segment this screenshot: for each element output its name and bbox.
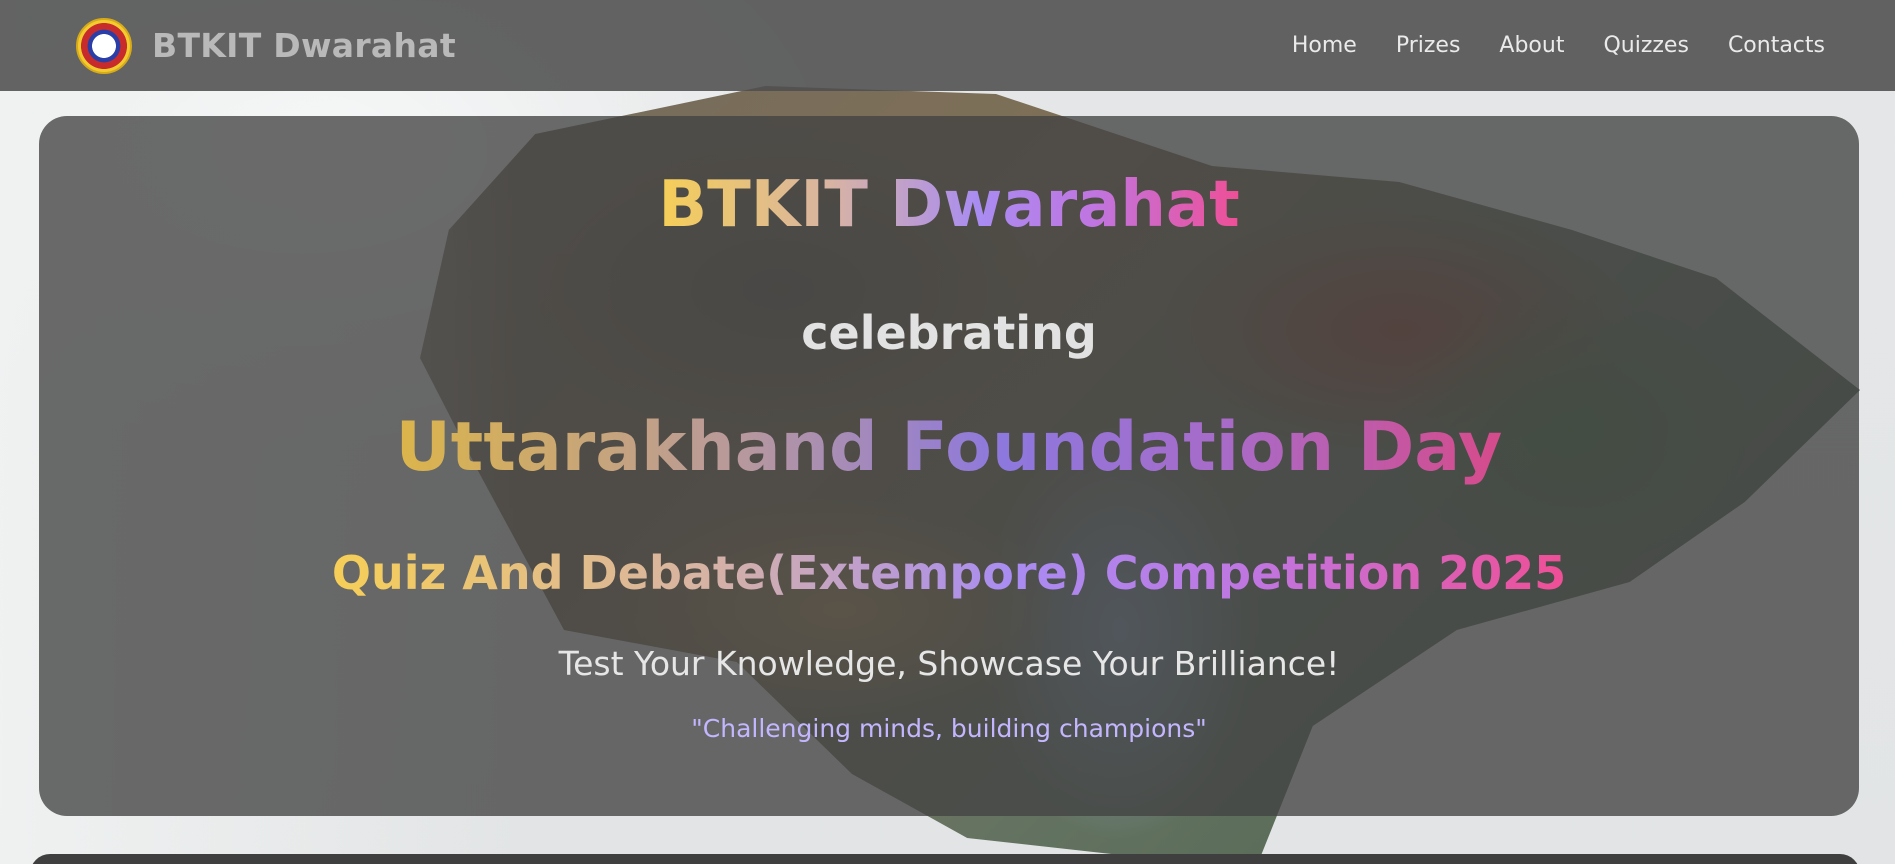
next-section — [30, 854, 1860, 864]
hero-quote: "Challenging minds, building champions" — [691, 714, 1207, 743]
brand-name[interactable]: BTKIT Dwarahat — [152, 26, 456, 65]
hero-card: BTKIT Dwarahat celebrating Uttarakhand F… — [39, 116, 1859, 816]
nav-links: Home Prizes About Quizzes Contacts — [1292, 33, 1825, 58]
college-emblem-icon[interactable] — [76, 17, 132, 74]
hero-celebrating: celebrating — [801, 306, 1097, 360]
hero-title-text: BTKIT Dwarahat — [658, 168, 1240, 242]
hero-occasion-text: Uttarakhand Foundation Day — [395, 408, 1503, 487]
hero-event-text: Quiz And Debate(Extempore) Competition 2… — [331, 546, 1567, 600]
hero-occasion: Uttarakhand Foundation Day — [39, 408, 1859, 487]
hero-event: Quiz And Debate(Extempore) Competition 2… — [39, 546, 1859, 600]
nav-link-prizes[interactable]: Prizes — [1396, 33, 1461, 58]
navbar: BTKIT Dwarahat Home Prizes About Quizzes… — [0, 0, 1895, 91]
hero-tagline: Test Your Knowledge, Showcase Your Brill… — [558, 644, 1340, 683]
nav-link-home[interactable]: Home — [1292, 33, 1357, 58]
nav-link-about[interactable]: About — [1499, 33, 1564, 58]
brand[interactable]: BTKIT Dwarahat — [76, 17, 456, 74]
nav-link-contacts[interactable]: Contacts — [1728, 33, 1825, 58]
hero-title: BTKIT Dwarahat — [39, 168, 1859, 242]
nav-link-quizzes[interactable]: Quizzes — [1603, 33, 1688, 58]
